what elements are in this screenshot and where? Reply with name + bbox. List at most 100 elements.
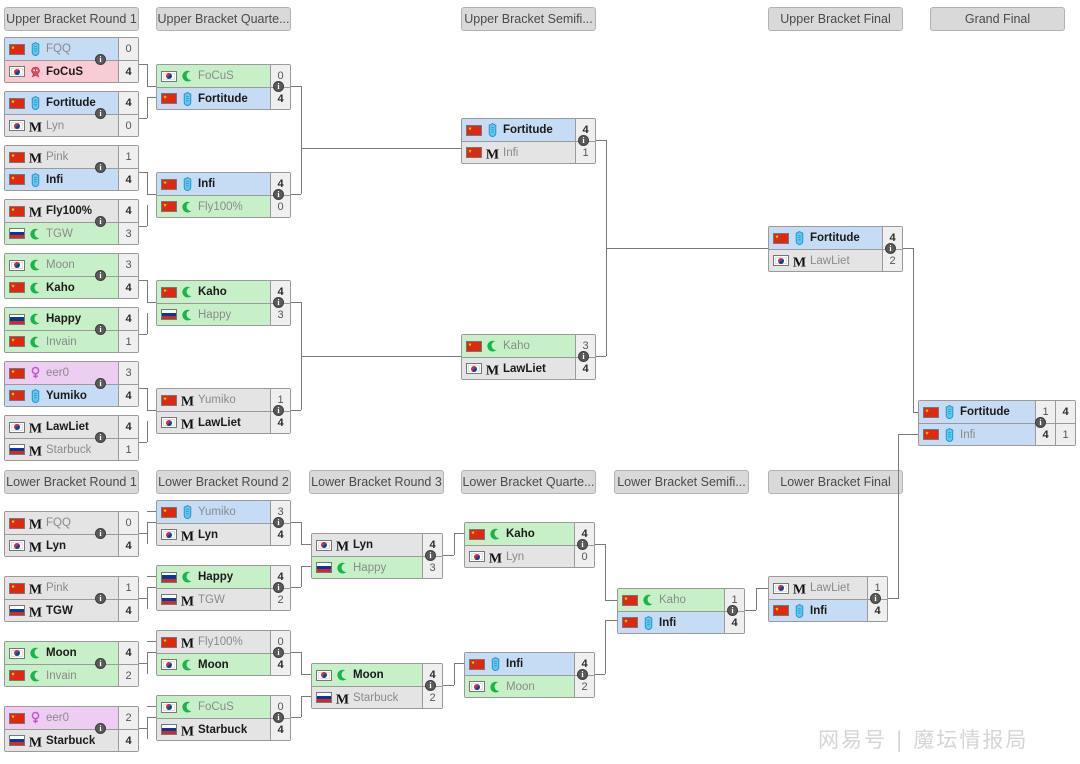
match-info-icon[interactable]: i [1035, 417, 1046, 428]
match-info-icon[interactable]: i [578, 135, 589, 146]
match-row[interactable]: M LawLiet 4 [157, 411, 290, 433]
match-lbr1-m1[interactable]: M FQQ 0 M Lyn 4 i [4, 511, 139, 557]
round-header-lbr3[interactable]: Lower Bracket Round 3 [309, 470, 444, 494]
match-lbr3-m1[interactable]: M Lyn 4 Happy 3 i [311, 533, 443, 579]
match-row[interactable]: M LawLiet 1 [769, 577, 887, 599]
match-row[interactable]: M TGW 2 [157, 588, 290, 610]
match-info-icon[interactable]: i [273, 712, 284, 723]
match-row[interactable]: Fortitude 4 [157, 87, 290, 109]
match-row[interactable]: FoCuS 0 [157, 65, 290, 87]
match-info-icon[interactable]: i [273, 405, 284, 416]
round-header-gf[interactable]: Grand Final [930, 7, 1065, 31]
match-lbr2-m1[interactable]: Yumiko 3 M Lyn 4 i [156, 500, 291, 546]
match-lbr3-m2[interactable]: Moon 4 M Starbuck 2 i [311, 663, 443, 709]
match-info-icon[interactable]: i [273, 297, 284, 308]
match-row[interactable]: Moon 4 [5, 642, 138, 664]
match-lbr1-m3[interactable]: Moon 4 Invain 2 i [4, 641, 139, 687]
match-row[interactable]: Happy 3 [157, 303, 290, 325]
match-row[interactable]: M Fly100% 4 [5, 200, 138, 222]
match-info-icon[interactable]: i [95, 324, 106, 335]
match-row[interactable]: Invain 2 [5, 664, 138, 686]
match-info-icon[interactable]: i [95, 108, 106, 119]
match-row[interactable]: M LawLiet 2 [769, 249, 902, 271]
match-row[interactable]: Kaho 4 [157, 281, 290, 303]
round-header-ubsf[interactable]: Upper Bracket Semifi... [461, 7, 596, 31]
match-row[interactable]: FQQ 0 [5, 38, 138, 60]
match-info-icon[interactable]: i [273, 517, 284, 528]
match-row[interactable]: Kaho 3 [462, 335, 595, 357]
match-info-icon[interactable]: i [95, 54, 106, 65]
match-ubr1-m2[interactable]: Fortitude 4 M Lyn 0 i [4, 91, 139, 137]
round-header-ubr1[interactable]: Upper Bracket Round 1 [4, 7, 139, 31]
match-ubqf-m2[interactable]: Infi 4 Fly100% 0 i [156, 172, 291, 218]
round-header-ubqf[interactable]: Upper Bracket Quarte... [156, 7, 291, 31]
match-info-icon[interactable]: i [95, 723, 106, 734]
match-row[interactable]: Kaho 4 [5, 276, 138, 298]
match-ubsf-m1[interactable]: Fortitude 4 M Infi 1 i [461, 118, 596, 164]
match-row[interactable]: M Lyn 4 [5, 534, 138, 556]
round-header-lbsf[interactable]: Lower Bracket Semifi... [614, 470, 749, 494]
match-ubf-m1[interactable]: Fortitude 4 M LawLiet 2 i [768, 226, 903, 272]
round-header-lbqf[interactable]: Lower Bracket Quarte... [461, 470, 596, 494]
match-row[interactable]: Yumiko 4 [5, 384, 138, 406]
match-row[interactable]: FoCuS 0 [157, 696, 290, 718]
match-lbr2-m4[interactable]: FoCuS 0 M Starbuck 4 i [156, 695, 291, 741]
match-row[interactable]: Happy 4 [5, 308, 138, 330]
match-row[interactable]: Fortitude 1 4 [919, 401, 1075, 423]
match-ubr1-m7[interactable]: eer0 3 Yumiko 4 i [4, 361, 139, 407]
match-lbr1-m2[interactable]: M Pink 1 M TGW 4 i [4, 576, 139, 622]
match-info-icon[interactable]: i [95, 432, 106, 443]
match-info-icon[interactable]: i [95, 658, 106, 669]
match-row[interactable]: Moon 4 [312, 664, 442, 686]
match-row[interactable]: M Starbuck 1 [5, 438, 138, 460]
match-lbr1-m4[interactable]: eer0 2 M Starbuck 4 i [4, 706, 139, 752]
match-row[interactable]: M Lyn 0 [465, 545, 594, 567]
match-lbr2-m3[interactable]: M Fly100% 0 Moon 4 i [156, 630, 291, 676]
match-row[interactable]: M Lyn 4 [312, 534, 442, 556]
match-ubr1-m6[interactable]: Happy 4 Invain 1 i [4, 307, 139, 353]
match-row[interactable]: FoCuS 4 [5, 60, 138, 82]
match-row[interactable]: Infi 4 [618, 611, 744, 633]
match-ubqf-m4[interactable]: M Yumiko 1 M LawLiet 4 i [156, 388, 291, 434]
round-header-lbr2[interactable]: Lower Bracket Round 2 [156, 470, 291, 494]
match-row[interactable]: M TGW 4 [5, 599, 138, 621]
match-info-icon[interactable]: i [425, 550, 436, 561]
match-row[interactable]: M Pink 1 [5, 146, 138, 168]
match-row[interactable]: M FQQ 0 [5, 512, 138, 534]
match-info-icon[interactable]: i [95, 593, 106, 604]
match-row[interactable]: Fortitude 4 [462, 119, 595, 141]
round-header-ubf[interactable]: Upper Bracket Final [768, 7, 903, 31]
match-ubr1-m1[interactable]: FQQ 0 FoCuS 4 i [4, 37, 139, 83]
match-info-icon[interactable]: i [95, 378, 106, 389]
match-row[interactable]: M Yumiko 1 [157, 389, 290, 411]
match-row[interactable]: M Fly100% 0 [157, 631, 290, 653]
match-row[interactable]: Infi 4 1 [919, 423, 1075, 445]
round-header-lbf[interactable]: Lower Bracket Final [768, 470, 903, 494]
match-row[interactable]: M Starbuck 4 [5, 729, 138, 751]
match-info-icon[interactable]: i [95, 528, 106, 539]
match-info-icon[interactable]: i [425, 680, 436, 691]
match-row[interactable]: Happy 4 [157, 566, 290, 588]
match-ubsf-m2[interactable]: Kaho 3 M LawLiet 4 i [461, 334, 596, 380]
match-info-icon[interactable]: i [870, 593, 881, 604]
match-row[interactable]: M LawLiet 4 [5, 416, 138, 438]
match-ubqf-m3[interactable]: Kaho 4 Happy 3 i [156, 280, 291, 326]
match-lbsf-m1[interactable]: Kaho 1 Infi 4 i [617, 588, 745, 634]
match-row[interactable]: Fortitude 4 [5, 92, 138, 114]
match-row[interactable]: M Lyn 4 [157, 523, 290, 545]
match-lbqf-m2[interactable]: Infi 4 Moon 2 i [464, 652, 595, 698]
match-info-icon[interactable]: i [273, 189, 284, 200]
match-row[interactable]: M Starbuck 4 [157, 718, 290, 740]
match-row[interactable]: TGW 3 [5, 222, 138, 244]
match-info-icon[interactable]: i [95, 162, 106, 173]
match-info-icon[interactable]: i [578, 351, 589, 362]
match-row[interactable]: Infi 4 [465, 653, 594, 675]
match-row[interactable]: Yumiko 3 [157, 501, 290, 523]
match-row[interactable]: Infi 4 [769, 599, 887, 621]
match-info-icon[interactable]: i [273, 582, 284, 593]
match-ubr1-m5[interactable]: Moon 3 Kaho 4 i [4, 253, 139, 299]
match-lbf-m1[interactable]: M LawLiet 1 Infi 4 i [768, 576, 888, 622]
match-row[interactable]: Moon 4 [157, 653, 290, 675]
match-row[interactable]: eer0 2 [5, 707, 138, 729]
match-row[interactable]: Invain 1 [5, 330, 138, 352]
